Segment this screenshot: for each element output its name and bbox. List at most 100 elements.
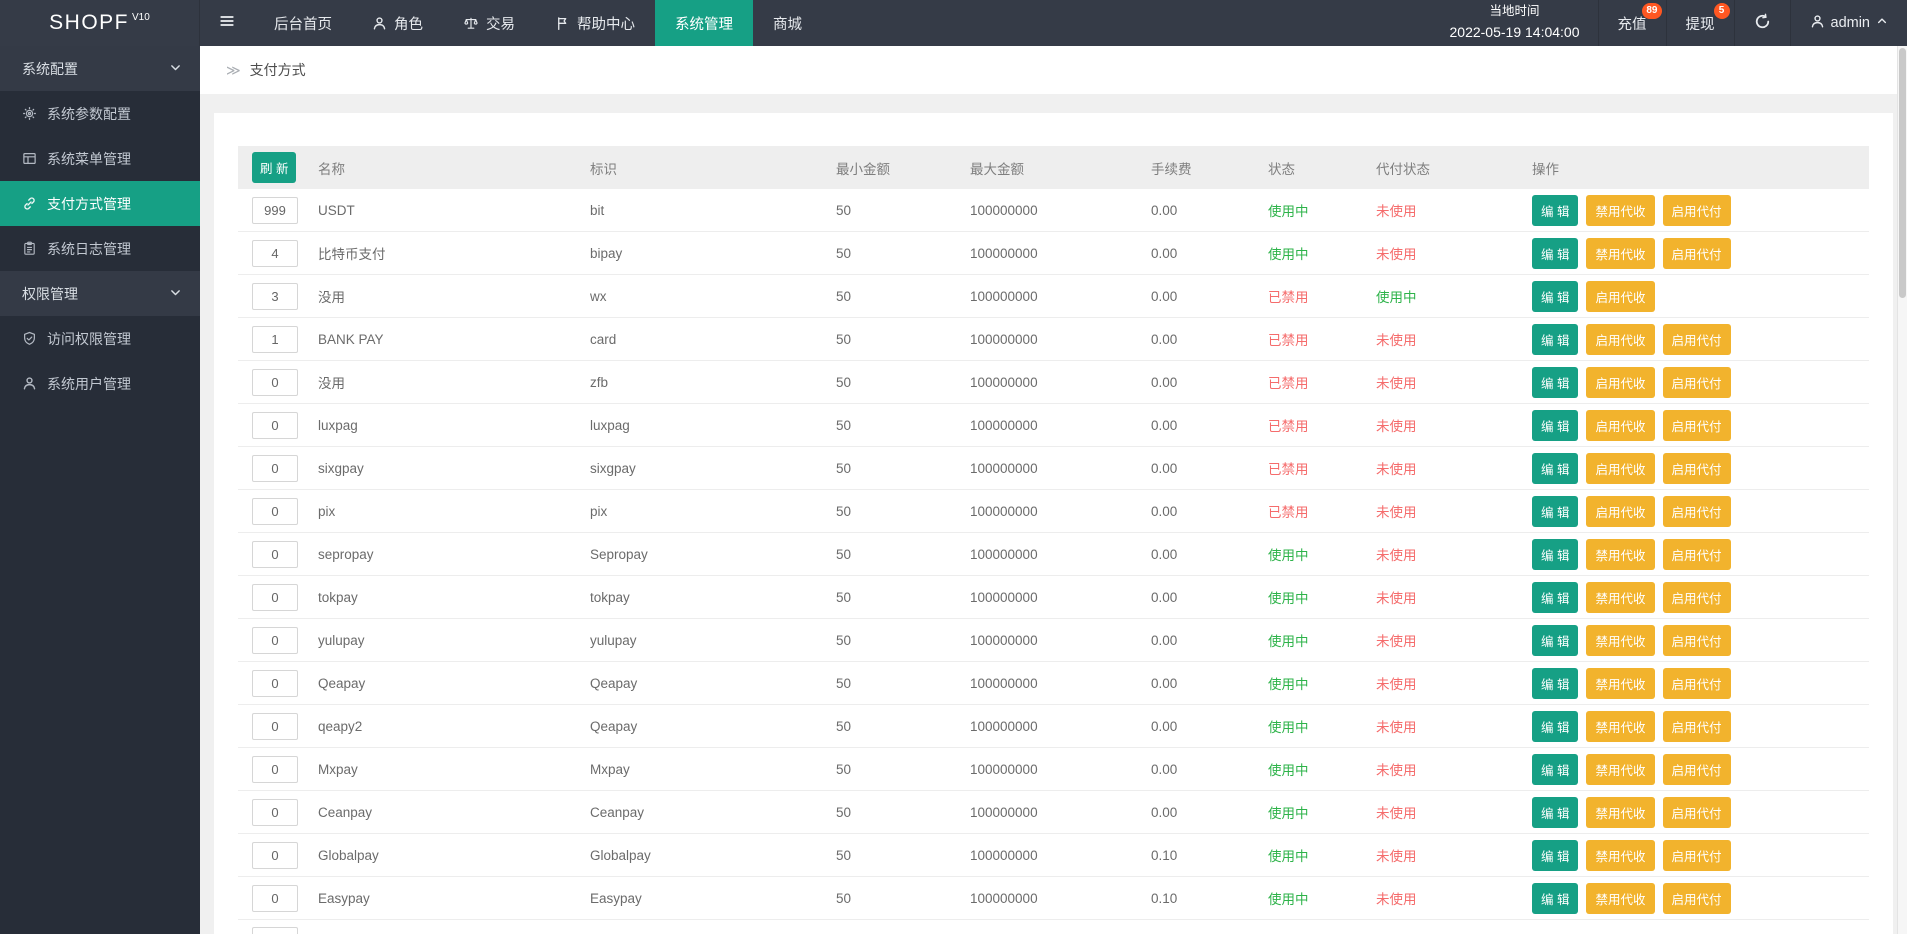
sort-input[interactable] [252,713,298,740]
sidebar-item-access-rights[interactable]: 访问权限管理 [0,316,200,361]
nav-item-roles[interactable]: 角色 [352,0,443,46]
edit-button[interactable]: 编 辑 [1532,453,1578,484]
enable-payout-button[interactable]: 启用代付 [1663,195,1731,226]
enable-collect-button[interactable]: 启用代收 [1586,453,1654,484]
nav-item-help[interactable]: 帮助中心 [535,0,655,46]
user-menu[interactable]: admin [1790,0,1907,46]
enable-payout-button[interactable]: 启用代付 [1663,453,1731,484]
edit-button[interactable]: 编 辑 [1532,539,1578,570]
refresh-page-button[interactable] [1734,0,1790,46]
edit-button[interactable]: 编 辑 [1532,625,1578,656]
edit-button[interactable]: 编 辑 [1532,711,1578,742]
sidebar-item-system-menu[interactable]: 系统菜单管理 [0,136,200,181]
edit-button[interactable]: 编 辑 [1532,754,1578,785]
status-cell: 使用中 [1268,759,1376,779]
enable-collect-button[interactable]: 启用代收 [1586,496,1654,527]
vertical-scrollbar[interactable] [1897,46,1907,934]
enable-collect-button[interactable]: 启用代收 [1586,324,1654,355]
enable-payout-button[interactable]: 启用代付 [1663,367,1731,398]
enable-payout-button[interactable]: 启用代付 [1663,539,1731,570]
sidebar-item-payment-methods[interactable]: 支付方式管理 [0,181,200,226]
actions-cell: 编 辑禁用代收启用代付 [1532,840,1869,871]
edit-button[interactable]: 编 辑 [1532,324,1578,355]
sort-input[interactable] [252,756,298,783]
nav-item-label: 交易 [486,13,515,34]
disable-collect-button[interactable]: 禁用代收 [1586,668,1654,699]
disable-collect-button[interactable]: 禁用代收 [1586,539,1654,570]
sidebar-item-system-params[interactable]: 系统参数配置 [0,91,200,136]
sort-input[interactable] [252,197,298,224]
sort-input[interactable] [252,885,298,912]
sidebar-group-system-config[interactable]: 系统配置 [0,46,200,91]
sort-input[interactable] [252,455,298,482]
recharge-button[interactable]: 充值 89 [1598,0,1666,46]
sort-input[interactable] [252,369,298,396]
sort-input[interactable] [252,498,298,525]
sort-input[interactable] [252,283,298,310]
edit-button[interactable]: 编 辑 [1532,367,1578,398]
enable-collect-button[interactable]: 启用代收 [1586,367,1654,398]
withdraw-button[interactable]: 提现 5 [1666,0,1734,46]
edit-button[interactable]: 编 辑 [1532,496,1578,527]
enable-payout-button[interactable]: 启用代付 [1663,324,1731,355]
edit-button[interactable]: 编 辑 [1532,281,1578,312]
enable-payout-button[interactable]: 启用代付 [1663,668,1731,699]
enable-payout-button[interactable]: 启用代付 [1663,496,1731,527]
edit-button[interactable]: 编 辑 [1532,195,1578,226]
disable-collect-button[interactable]: 禁用代收 [1586,711,1654,742]
edit-button[interactable]: 编 辑 [1532,410,1578,441]
enable-payout-button[interactable]: 启用代付 [1663,883,1731,914]
sort-input[interactable] [252,240,298,267]
disable-collect-button[interactable]: 禁用代收 [1586,625,1654,656]
sort-input[interactable] [252,927,298,934]
enable-collect-button[interactable]: 启用代收 [1586,410,1654,441]
enable-payout-button[interactable]: 启用代付 [1663,711,1731,742]
enable-collect-button[interactable]: 启用代收 [1586,281,1654,312]
status-text: 已禁用 [1268,376,1309,391]
enable-payout-button[interactable]: 启用代付 [1663,238,1731,269]
edit-button[interactable]: 编 辑 [1532,840,1578,871]
disable-collect-button[interactable]: 禁用代收 [1586,797,1654,828]
sort-input[interactable] [252,541,298,568]
nav-item-trade[interactable]: 交易 [443,0,535,46]
enable-payout-button[interactable]: 启用代付 [1663,797,1731,828]
sidebar-item-system-logs[interactable]: 系统日志管理 [0,226,200,271]
disable-collect-button[interactable]: 禁用代收 [1586,238,1654,269]
edit-button[interactable]: 编 辑 [1532,668,1578,699]
refresh-table-button[interactable]: 刷 新 [252,152,296,183]
enable-payout-button[interactable]: 启用代付 [1663,754,1731,785]
disable-collect-button[interactable]: 禁用代收 [1586,883,1654,914]
sidebar-group-permissions[interactable]: 权限管理 [0,271,200,316]
nav-item-home[interactable]: 后台首页 [254,0,352,46]
disable-collect-button[interactable]: 禁用代收 [1586,195,1654,226]
sort-input[interactable] [252,842,298,869]
edit-button[interactable]: 编 辑 [1532,883,1578,914]
disable-collect-button[interactable]: 禁用代收 [1586,840,1654,871]
sort-input[interactable] [252,627,298,654]
edit-button[interactable]: 编 辑 [1532,797,1578,828]
enable-payout-button[interactable]: 启用代付 [1663,625,1731,656]
disable-collect-button[interactable]: 禁用代收 [1586,754,1654,785]
edit-button[interactable]: 编 辑 [1532,582,1578,613]
enable-payout-button[interactable]: 启用代付 [1663,582,1731,613]
sort-input[interactable] [252,670,298,697]
nav-item-system[interactable]: 系统管理 [655,0,753,46]
scrollbar-thumb[interactable] [1899,48,1906,298]
sort-input[interactable] [252,412,298,439]
sidebar-toggle-button[interactable] [200,0,254,46]
status-cell: 已禁用 [1268,286,1376,306]
payout-status-text: 未使用 [1376,720,1417,735]
sort-input[interactable] [252,799,298,826]
sort-input[interactable] [252,584,298,611]
payment-name: Mxpay [318,762,590,777]
enable-payout-button[interactable]: 启用代付 [1663,840,1731,871]
nav-item-mall[interactable]: 商城 [753,0,822,46]
table-row: qeapy2Qeapay501000000000.00使用中未使用编 辑禁用代收… [238,705,1869,748]
sort-input[interactable] [252,326,298,353]
edit-button[interactable]: 编 辑 [1532,238,1578,269]
disable-collect-button[interactable]: 禁用代收 [1586,582,1654,613]
enable-payout-button[interactable]: 启用代付 [1663,410,1731,441]
payout-status-text: 未使用 [1376,204,1417,219]
payment-code: Qeapay [590,719,836,734]
sidebar-item-system-users[interactable]: 系统用户管理 [0,361,200,406]
